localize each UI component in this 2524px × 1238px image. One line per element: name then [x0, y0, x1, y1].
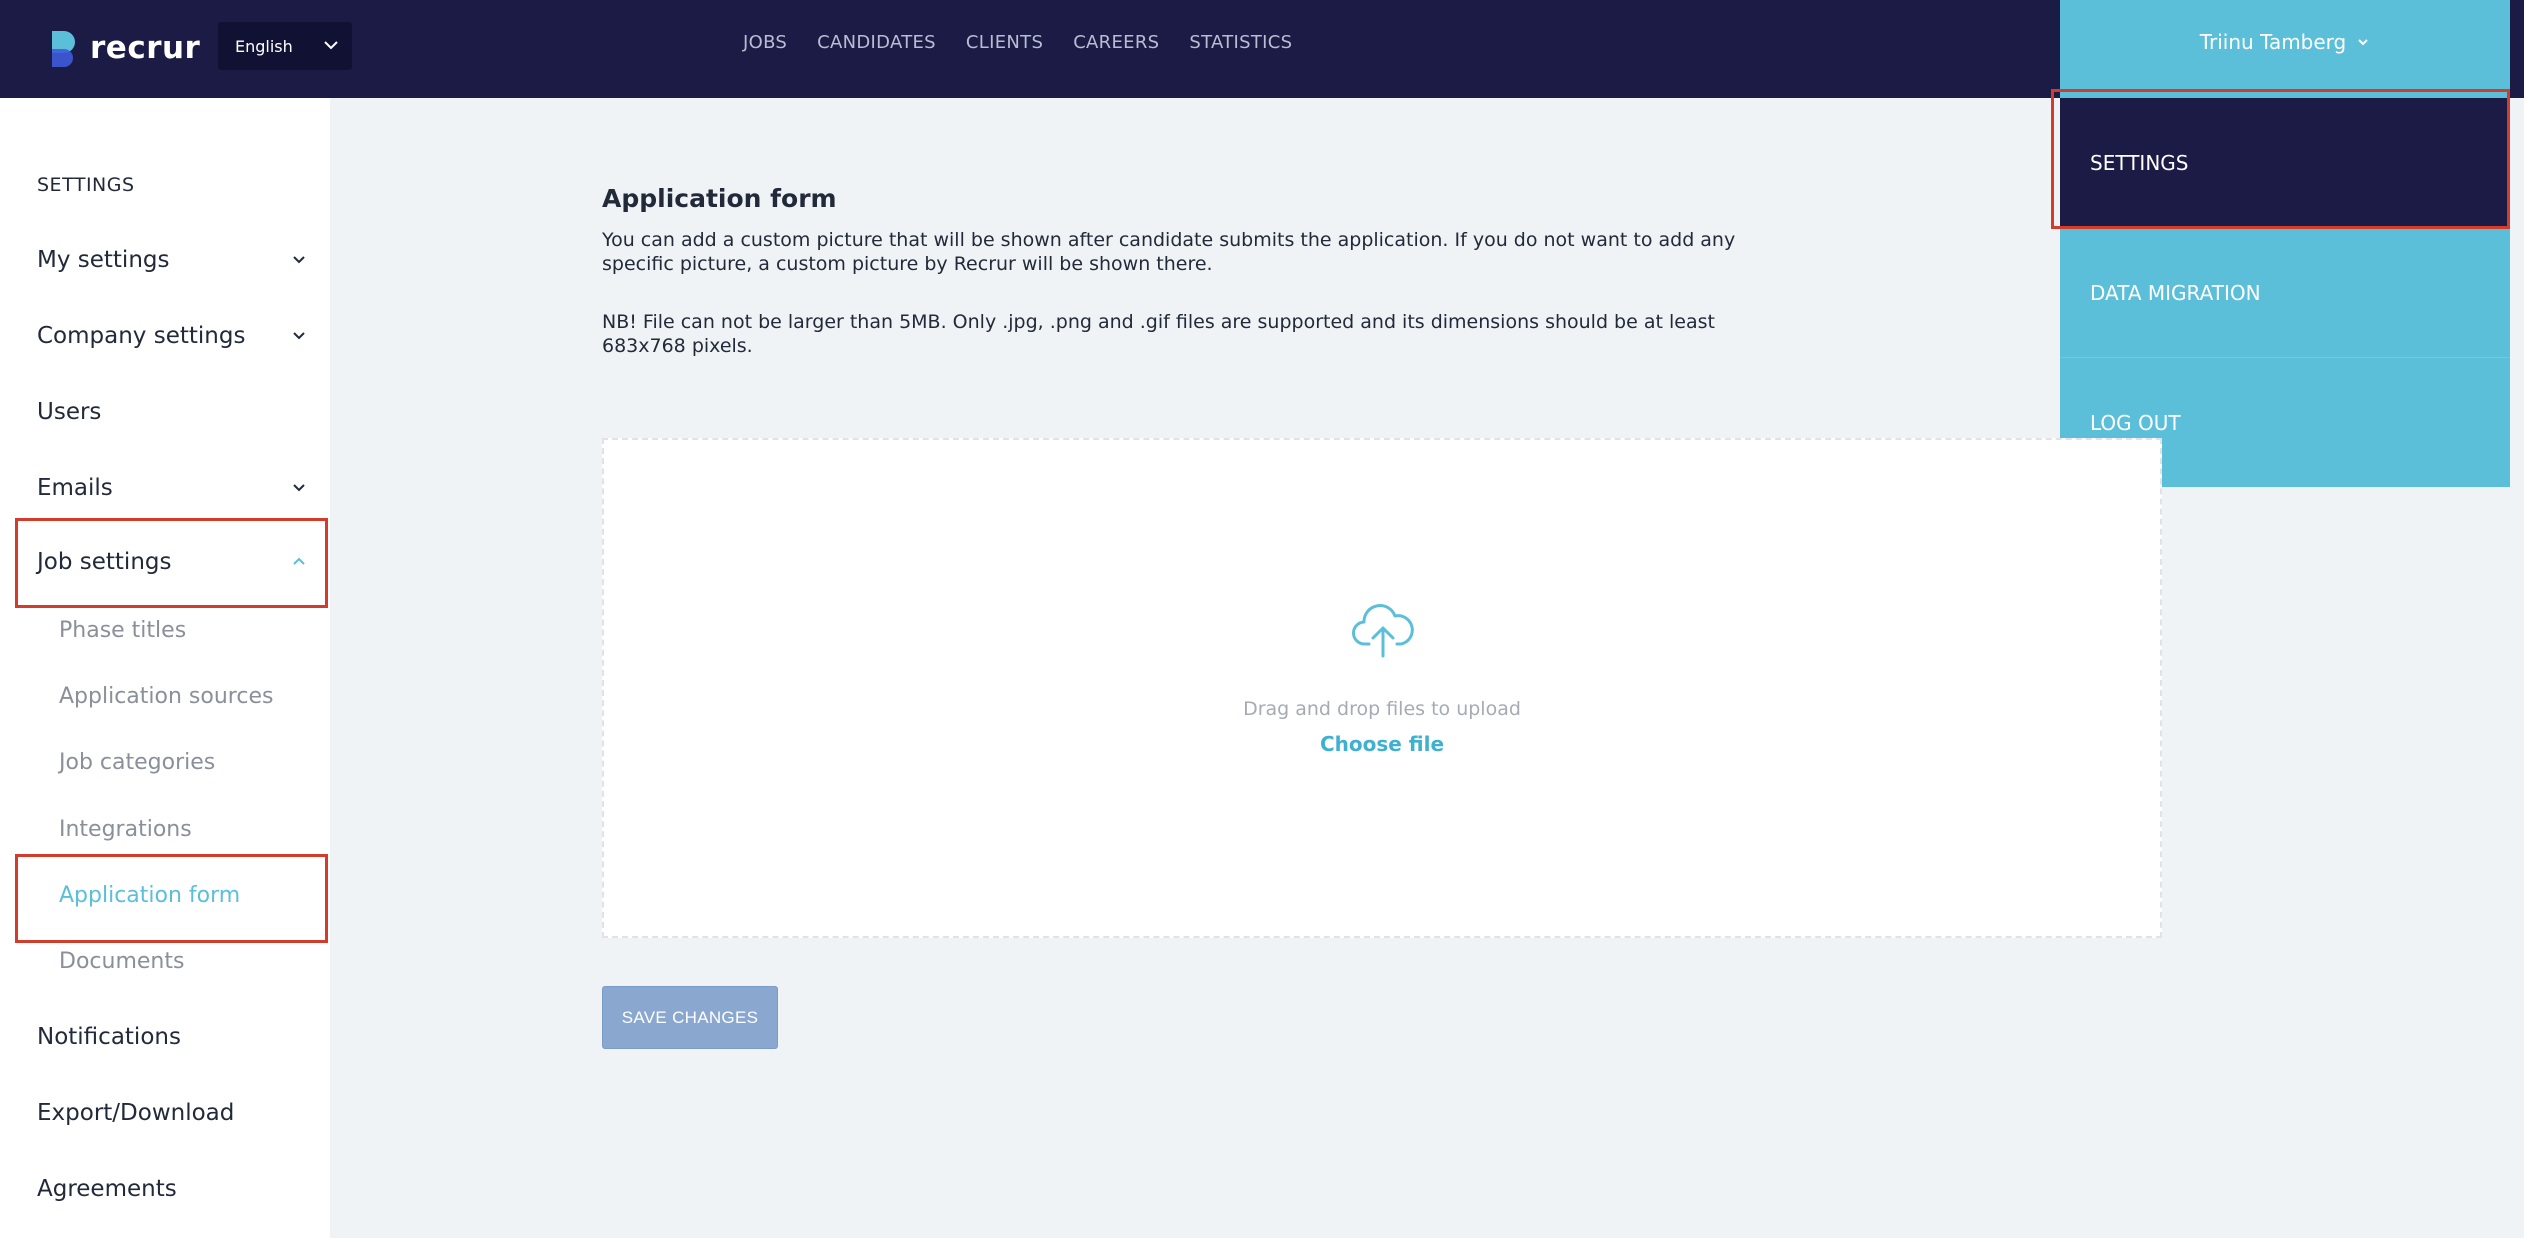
sidebar-item-label: Notifications [37, 1024, 181, 1050]
cloud-upload-icon [1352, 604, 1414, 658]
sidebar-subitem-integrations[interactable]: Integrations [59, 811, 192, 847]
nav-candidates[interactable]: CANDIDATES [817, 32, 936, 53]
chevron-down-icon [324, 41, 338, 50]
nav-statistics[interactable]: STATISTICS [1189, 32, 1292, 53]
user-name: Triinu Tamberg [2199, 30, 2347, 54]
language-value: English [235, 36, 293, 56]
recrur-logo[interactable]: recrur [50, 26, 200, 70]
sidebar-subitem-documents[interactable]: Documents [59, 943, 184, 979]
sidebar-item-label: My settings [37, 247, 170, 273]
dropzone-hint: Drag and drop files to upload [1243, 698, 1521, 720]
user-menu-button[interactable]: Triinu Tamberg [2060, 0, 2510, 84]
sidebar-item-label: Agreements [37, 1176, 177, 1202]
file-requirements-note: NB! File can not be larger than 5MB. Onl… [602, 311, 1715, 357]
sidebar-item-job-settings[interactable]: Job settings [37, 542, 307, 582]
sidebar-item-emails[interactable]: Emails [37, 468, 307, 508]
main-nav: JOBS CANDIDATES CLIENTS CAREERS STATISTI… [743, 0, 1292, 84]
menu-item-settings[interactable]: SETTINGS [2060, 98, 2510, 228]
nav-careers[interactable]: CAREERS [1073, 32, 1159, 53]
recrur-logo-icon [52, 31, 75, 67]
language-select[interactable]: English [218, 22, 352, 70]
chevron-down-icon [2358, 39, 2368, 46]
menu-item-data-migration[interactable]: DATA MIGRATION [2060, 228, 2510, 358]
user-dropdown-menu: SETTINGS DATA MIGRATION LOG OUT [2060, 84, 2510, 487]
chevron-down-icon [293, 256, 305, 264]
sidebar-item-users[interactable]: Users [37, 392, 307, 432]
sidebar-item-label: Emails [37, 475, 113, 501]
sidebar-item-my-settings[interactable]: My settings [37, 240, 307, 280]
nav-jobs[interactable]: JOBS [743, 32, 787, 53]
nav-clients[interactable]: CLIENTS [966, 32, 1043, 53]
file-dropzone[interactable]: Drag and drop files to upload Choose fil… [602, 438, 2162, 938]
sidebar-item-notifications[interactable]: Notifications [37, 1017, 307, 1057]
page-title: Application form [602, 184, 837, 213]
sidebar-item-export-download[interactable]: Export/Download [37, 1093, 307, 1133]
sidebar-heading: SETTINGS [37, 174, 135, 196]
sidebar-subitem-phase-titles[interactable]: Phase titles [59, 612, 186, 648]
sidebar-subitem-application-form[interactable]: Application form [59, 877, 240, 913]
sidebar-subitem-job-categories[interactable]: Job categories [59, 744, 215, 780]
sidebar-subitem-application-sources[interactable]: Application sources [59, 678, 273, 714]
logo-text: recrur [90, 30, 201, 66]
chevron-up-icon [293, 557, 305, 565]
chevron-down-icon [293, 332, 305, 340]
sidebar-item-label: Users [37, 399, 102, 425]
sidebar-item-label: Job settings [37, 549, 172, 575]
description-text: You can add a custom picture that will b… [602, 229, 1736, 275]
sidebar-item-label: Company settings [37, 323, 246, 349]
choose-file-link[interactable]: Choose file [604, 732, 2160, 756]
save-changes-button[interactable]: SAVE CHANGES [602, 986, 778, 1049]
settings-sidebar: SETTINGS My settings Company settings Us… [0, 98, 330, 1238]
sidebar-item-agreements[interactable]: Agreements [37, 1169, 307, 1209]
sidebar-item-label: Export/Download [37, 1100, 235, 1126]
sidebar-item-company-settings[interactable]: Company settings [37, 316, 307, 356]
chevron-down-icon [293, 484, 305, 492]
